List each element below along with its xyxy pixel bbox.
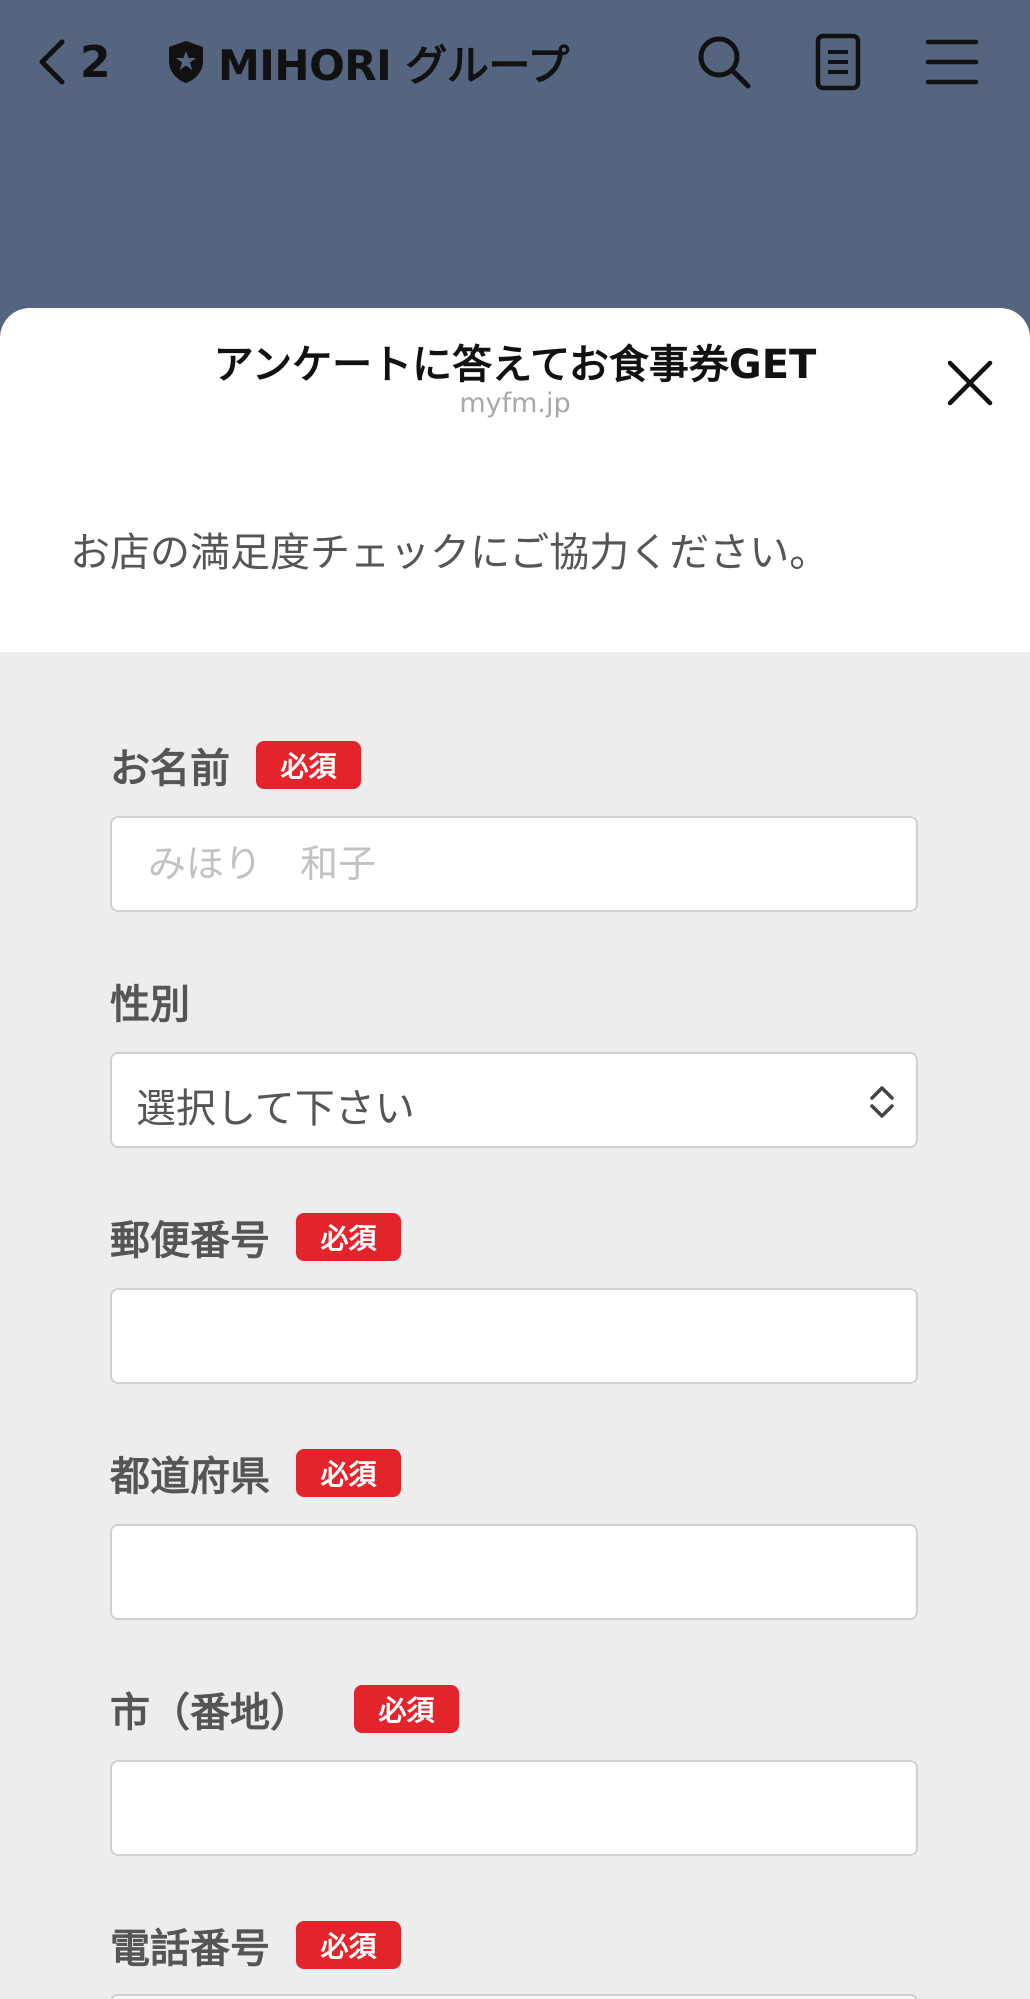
unread-count: 2	[80, 36, 111, 88]
select-arrows-icon	[870, 1086, 894, 1118]
name-input[interactable]	[110, 816, 918, 912]
phone-label-text: 電話番号	[110, 1926, 270, 1972]
prefecture-label: 都道府県 必須	[110, 1444, 401, 1502]
city-label: 市（番地） 必須	[110, 1680, 459, 1738]
required-badge: 必須	[296, 1921, 401, 1969]
sheet-header: アンケートに答えてお食事券GET myfm.jp	[0, 308, 1030, 448]
required-badge: 必須	[256, 741, 361, 789]
required-badge: 必須	[296, 1213, 401, 1261]
gender-select[interactable]: 選択して下さい	[110, 1052, 918, 1148]
gender-label: 性別	[110, 972, 190, 1030]
phone-input[interactable]	[110, 1994, 918, 1999]
chat-header: 2 MIHORI グループ	[0, 0, 1030, 120]
close-icon	[947, 360, 993, 406]
note-icon	[815, 33, 861, 91]
chevron-left-icon	[39, 39, 65, 85]
sheet-domain: myfm.jp	[459, 388, 571, 419]
prefecture-label-text: 都道府県	[110, 1454, 270, 1500]
required-badge: 必須	[296, 1449, 401, 1497]
city-label-text: 市（番地）	[110, 1690, 310, 1736]
survey-form: お名前 必須 性別 選択して下さい 郵便番号 必須 都道府県 必須	[0, 652, 1030, 1999]
menu-icon	[925, 39, 979, 85]
gender-select-value: 選択して下さい	[136, 1086, 415, 1132]
account-title[interactable]: MIHORI グループ	[166, 30, 569, 94]
city-input[interactable]	[110, 1760, 918, 1856]
name-label: お名前 必須	[110, 736, 361, 794]
postal-input[interactable]	[110, 1288, 918, 1384]
phone-label: 電話番号 必須	[110, 1916, 401, 1974]
shield-star-icon	[169, 41, 203, 83]
menu-button[interactable]	[920, 30, 984, 94]
name-label-text: お名前	[110, 746, 230, 792]
search-icon	[698, 36, 751, 89]
prefecture-input[interactable]	[110, 1524, 918, 1620]
search-button[interactable]	[692, 30, 756, 94]
required-badge: 必須	[354, 1685, 459, 1733]
liff-sheet: アンケートに答えてお食事券GET myfm.jp お店の満足度チェックにご協力く…	[0, 308, 1030, 1999]
postal-label: 郵便番号 必須	[110, 1208, 401, 1266]
account-name: MIHORI グループ	[218, 40, 569, 90]
notes-button[interactable]	[806, 30, 870, 94]
postal-label-text: 郵便番号	[110, 1218, 270, 1264]
back-button[interactable]: 2	[32, 30, 111, 94]
sheet-title: アンケートに答えてお食事券GET	[213, 342, 817, 388]
gender-label-text: 性別	[110, 982, 190, 1028]
intro-text: お店の満足度チェックにご協力ください。	[70, 530, 830, 576]
close-button[interactable]	[940, 353, 1000, 413]
